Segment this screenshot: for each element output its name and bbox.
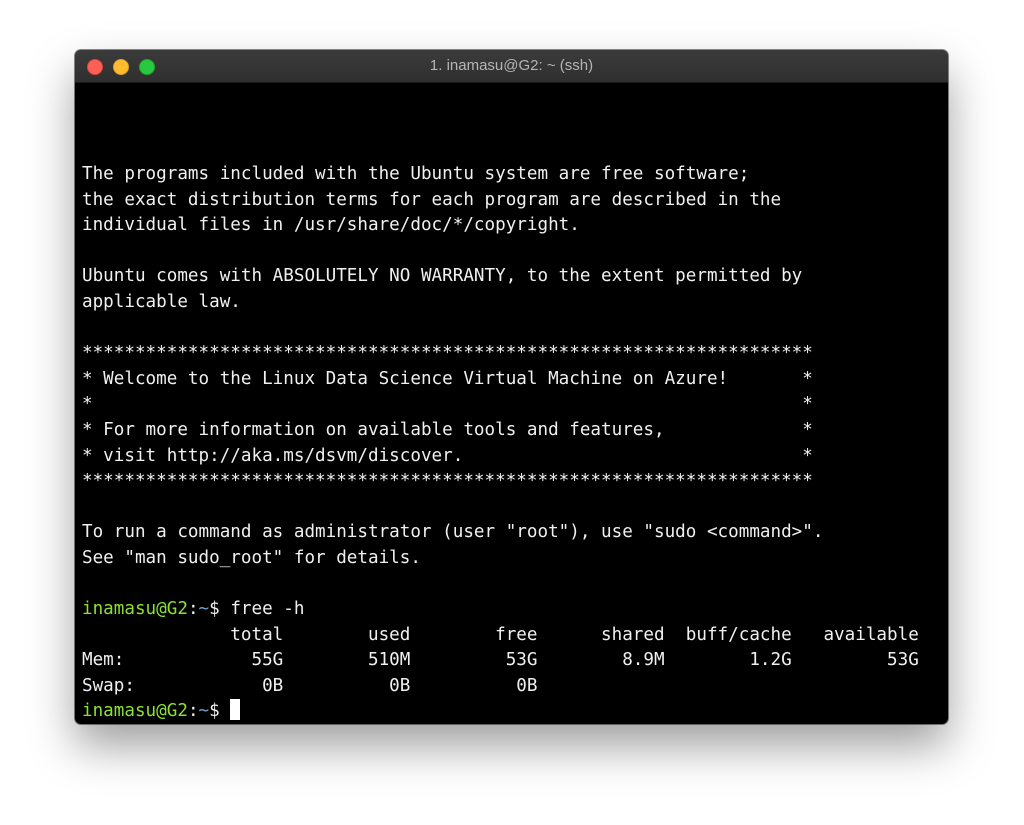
motd-line [82, 572, 942, 598]
motd-line: See "man sudo_root" for details. [82, 547, 421, 568]
prompt-user-host: inamasu@G2 [82, 599, 188, 620]
prompt-symbol: $ [209, 599, 231, 620]
banner-line: * * [82, 394, 813, 415]
prompt-separator: : [187, 599, 199, 620]
prompt-separator: : [187, 701, 199, 722]
prompt-path: ~ [198, 701, 210, 722]
active-prompt-line[interactable]: inamasu@G2:~$ [82, 699, 942, 724]
banner-line: * Welcome to the Linux Data Science Virt… [82, 368, 813, 389]
banner-line: ****************************************… [82, 343, 813, 364]
motd-line: the exact distribution terms for each pr… [82, 189, 782, 210]
banner-line: ****************************************… [82, 471, 813, 492]
command-line: inamasu@G2:~$ free -h [82, 597, 942, 623]
banner-line: * visit http://aka.ms/dsvm/discover. * [82, 445, 813, 466]
terminal-window[interactable]: 1. inamasu@G2: ~ (ssh) The programs incl… [75, 50, 948, 724]
motd-line [82, 239, 942, 265]
motd-line: To run a command as administrator (user … [82, 522, 824, 543]
prompt-path: ~ [198, 599, 210, 620]
window-title: 1. inamasu@G2: ~ (ssh) [429, 57, 594, 74]
prompt-symbol: $ [209, 701, 231, 722]
free-header-row: total used free shared buff/cache availa… [82, 624, 919, 645]
motd-line [82, 495, 942, 521]
motd-line: individual files in /usr/share/doc/*/cop… [82, 215, 580, 236]
terminal-output[interactable]: The programs included with the Ubuntu sy… [82, 162, 942, 721]
motd-line: The programs included with the Ubuntu sy… [82, 164, 750, 184]
motd-line [82, 316, 942, 342]
banner-line: * For more information on available tool… [82, 419, 813, 440]
title-bar[interactable]: 1. inamasu@G2: ~ (ssh) [75, 50, 948, 83]
free-swap-row: Swap: 0B 0B 0B [82, 675, 538, 696]
prompt-user-host: inamasu@G2 [82, 701, 188, 722]
command-text: free -h [230, 599, 305, 620]
text-cursor[interactable] [230, 699, 241, 721]
motd-line: Ubuntu comes with ABSOLUTELY NO WARRANTY… [82, 266, 803, 287]
motd-line: applicable law. [82, 291, 241, 312]
free-mem-row: Mem: 55G 510M 53G 8.9M 1.2G 53G [82, 650, 919, 671]
